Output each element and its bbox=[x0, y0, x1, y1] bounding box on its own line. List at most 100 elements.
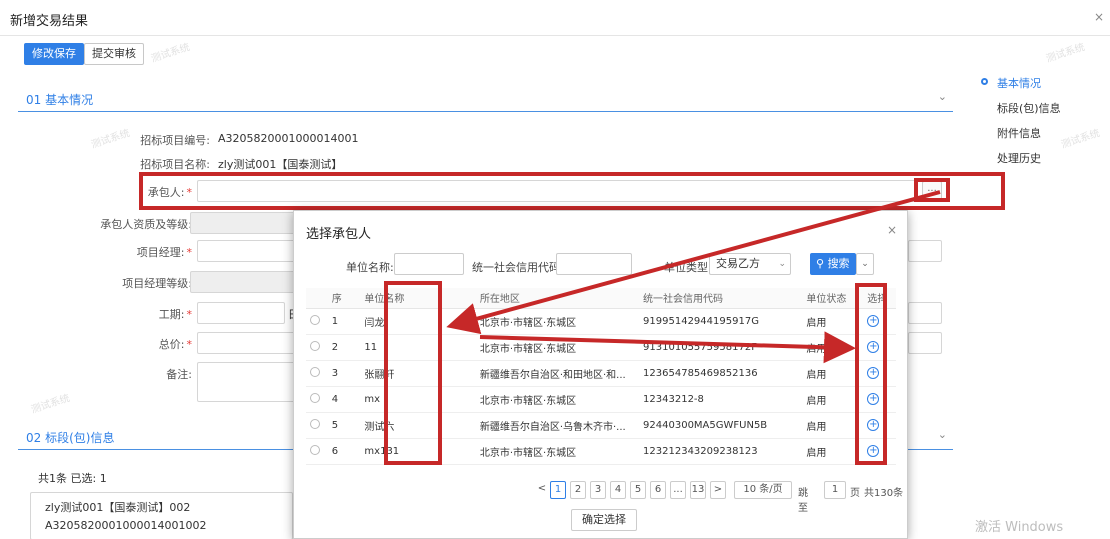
row-area: 北京市·市辖区·东城区 bbox=[475, 386, 640, 413]
row-code: 91995142944195917G bbox=[639, 308, 803, 335]
row-radio[interactable] bbox=[310, 314, 320, 325]
row-radio[interactable] bbox=[310, 392, 320, 403]
nav-item-lot[interactable]: 标段(包)信息 bbox=[997, 100, 1061, 116]
toolbar: 修改保存 提交审核 bbox=[0, 36, 960, 66]
next-page-button[interactable]: > bbox=[710, 481, 726, 499]
expand-filter-button[interactable]: ⌄ bbox=[856, 253, 874, 275]
lot-item-name: zly测试001【国泰测试】002 bbox=[45, 501, 191, 514]
total-price-label: 总价: * bbox=[158, 338, 192, 351]
row-no: 6 bbox=[327, 438, 361, 465]
search-icon: ⚲ bbox=[816, 257, 825, 270]
row-area: 北京市·市辖区·东城区 bbox=[475, 334, 640, 361]
row-radio[interactable] bbox=[310, 340, 320, 351]
active-dot-icon bbox=[981, 78, 988, 85]
period-field-end[interactable] bbox=[908, 302, 942, 324]
total-count: 共130条 bbox=[864, 488, 904, 499]
chevron-down-icon[interactable]: ⌄ bbox=[938, 90, 947, 103]
row-code: 12343212-8 bbox=[639, 386, 803, 413]
manager-label: 项目经理: * bbox=[136, 246, 192, 259]
row-no: 2 bbox=[327, 334, 361, 361]
qualification-label: 承包人资质及等级: bbox=[100, 218, 192, 231]
remark-field[interactable] bbox=[197, 362, 297, 402]
period-field[interactable] bbox=[197, 302, 285, 324]
row-no: 3 bbox=[327, 360, 361, 387]
manager-level-field bbox=[190, 271, 300, 293]
prev-page-button[interactable]: < bbox=[534, 481, 550, 499]
row-radio[interactable] bbox=[310, 444, 320, 455]
row-code: 123654785469852136 bbox=[639, 360, 803, 387]
watermark: 测试系统 bbox=[1044, 41, 1087, 65]
search-button[interactable]: ⚲ 搜索 bbox=[810, 253, 856, 275]
annotation-dots-box bbox=[914, 178, 950, 202]
row-area: 新疆维吾尔自治区·和田地区·和... bbox=[475, 360, 640, 387]
page-button-3[interactable]: 3 bbox=[590, 481, 606, 499]
credit-code-label: 统一社会信用代码: bbox=[472, 261, 564, 274]
unit-name-input[interactable] bbox=[394, 253, 464, 275]
credit-code-input[interactable] bbox=[556, 253, 632, 275]
modal-close-icon[interactable]: × bbox=[887, 223, 897, 237]
windows-activation-watermark: 激活 Windows bbox=[975, 520, 1064, 535]
remark-label: 备注: bbox=[166, 368, 192, 381]
right-anchor-nav: 基本情况 标段(包)信息 附件信息 处理历史 bbox=[965, 66, 1110, 539]
nav-item-history[interactable]: 处理历史 bbox=[997, 150, 1041, 166]
jump-label: 跳至 bbox=[798, 488, 808, 514]
annotation-contractor-box bbox=[139, 172, 1005, 210]
page-unit: 页 bbox=[850, 488, 860, 499]
modal-title: 选择承包人 bbox=[306, 227, 372, 242]
save-button[interactable]: 修改保存 bbox=[24, 43, 84, 65]
section-lot-title: 02 标段(包)信息 bbox=[26, 431, 115, 445]
chevron-down-icon-2[interactable]: ⌄ bbox=[938, 428, 947, 441]
unit-type-select[interactable]: 交易乙方 ⌄ bbox=[709, 253, 791, 275]
annotation-name-column-box bbox=[384, 281, 442, 465]
lot-item-card[interactable]: zly测试001【国泰测试】002 A320582000100001400100… bbox=[30, 492, 293, 539]
jump-input[interactable]: 1 bbox=[824, 481, 846, 499]
unit-name-label: 单位名称: bbox=[346, 261, 394, 274]
col-code: 统一社会信用代码 bbox=[639, 288, 803, 309]
unit-type-value: 交易乙方 bbox=[716, 257, 760, 270]
row-code: 92440300MA5GWFUN5B bbox=[639, 412, 803, 439]
confirm-select-button[interactable]: 确定选择 bbox=[571, 509, 637, 531]
row-radio[interactable] bbox=[310, 366, 320, 377]
row-radio[interactable] bbox=[310, 418, 320, 429]
project-code-value: A3205820001000014001 bbox=[218, 132, 359, 145]
section-basic-header[interactable]: 01 基本情况 ⌄ bbox=[18, 84, 953, 112]
row-no: 4 bbox=[327, 386, 361, 413]
page-button-5[interactable]: 5 bbox=[630, 481, 646, 499]
page-button-1[interactable]: 1 bbox=[550, 481, 566, 499]
page-button-13[interactable]: 13 bbox=[690, 481, 706, 499]
lot-summary: 共1条 已选: 1 bbox=[38, 472, 107, 485]
total-field-end[interactable] bbox=[908, 332, 942, 354]
col-radio bbox=[306, 288, 328, 309]
page-size-select[interactable]: 10 条/页 bbox=[734, 481, 792, 499]
row-no: 1 bbox=[327, 308, 361, 335]
chevron-down-icon: ⌄ bbox=[778, 259, 786, 269]
row-area: 北京市·市辖区·东城区 bbox=[475, 308, 640, 335]
close-icon[interactable]: × bbox=[1094, 10, 1104, 24]
total-price-field[interactable] bbox=[197, 332, 297, 354]
manager-field[interactable] bbox=[197, 240, 297, 262]
row-code: 123212343209238123 bbox=[639, 438, 803, 465]
row-no: 5 bbox=[327, 412, 361, 439]
search-label: 搜索 bbox=[827, 257, 850, 270]
window-titlebar: 新增交易结果 × bbox=[0, 0, 1110, 36]
period-label: 工期: * bbox=[158, 308, 192, 321]
manager-field-end[interactable] bbox=[908, 240, 942, 262]
manager-level-label: 项目经理等级: bbox=[122, 277, 192, 290]
page-button-6[interactable]: 6 bbox=[650, 481, 666, 499]
project-name-value: zly测试001【国泰测试】 bbox=[218, 158, 343, 171]
project-code-label: 招标项目编号: bbox=[140, 134, 210, 147]
lot-item-code: A3205820001000014001002 bbox=[45, 519, 207, 532]
row-area: 北京市·市辖区·东城区 bbox=[475, 438, 640, 465]
col-no: 序 bbox=[327, 288, 361, 309]
row-area: 新疆维吾尔自治区·乌鲁木齐市·... bbox=[475, 412, 640, 439]
nav-item-basic[interactable]: 基本情况 bbox=[997, 75, 1041, 91]
window-title: 新增交易结果 bbox=[10, 14, 89, 29]
section-basic-title: 01 基本情况 bbox=[26, 93, 94, 107]
nav-item-attachment[interactable]: 附件信息 bbox=[997, 125, 1041, 141]
qualification-field bbox=[190, 212, 300, 234]
page-button-4[interactable]: 4 bbox=[610, 481, 626, 499]
select-contractor-modal: 选择承包人 × 单位名称: 统一社会信用代码: 单位类型: 交易乙方 ⌄ ⚲ 搜… bbox=[293, 210, 908, 539]
page-ellipsis[interactable]: ... bbox=[670, 481, 686, 499]
page-button-2[interactable]: 2 bbox=[570, 481, 586, 499]
submit-review-button[interactable]: 提交审核 bbox=[84, 43, 144, 65]
